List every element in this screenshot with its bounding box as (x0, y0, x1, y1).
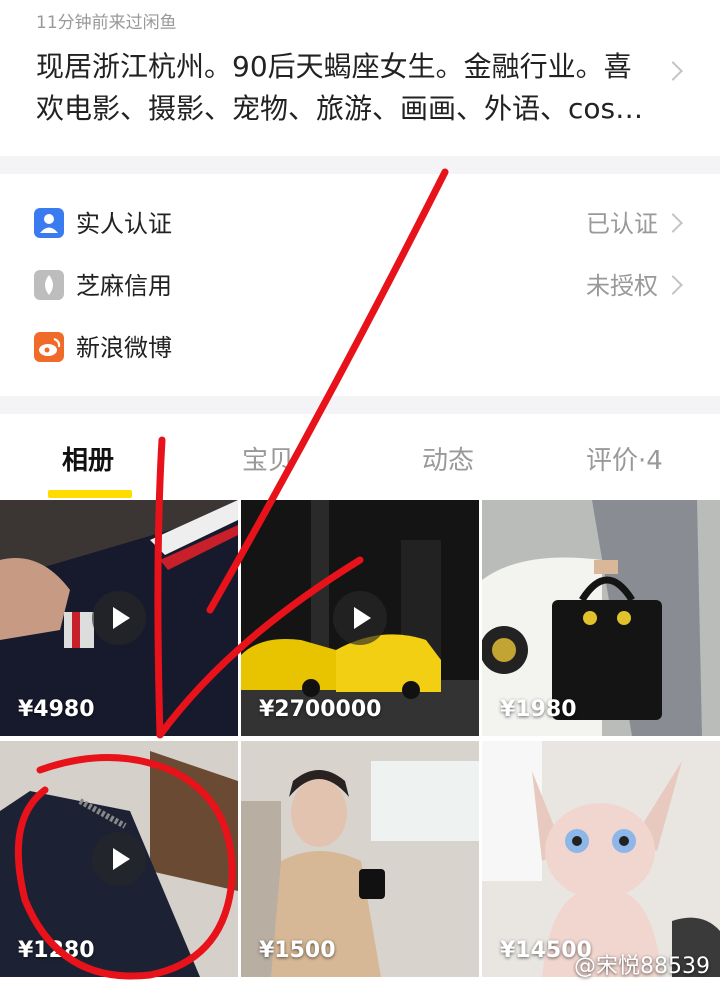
verification-status: 已认证 (586, 210, 658, 238)
photo-tile-wallet[interactable]: ¥4980 (0, 500, 238, 736)
watermark-text: @宋悦88539 (574, 954, 710, 979)
weibo-icon (34, 332, 64, 362)
verification-status: 未授权 (586, 272, 658, 300)
profile-bio: 现居浙江杭州。90后天蝎座女生。金融行业。喜欢电影、摄影、宠物、旅游、画画、外语… (36, 50, 644, 125)
sesame-credit-icon (34, 270, 64, 300)
active-tab-indicator (48, 490, 132, 498)
profile-bio-card[interactable]: 11分钟前来过闲鱼 现居浙江杭州。90后天蝎座女生。金融行业。喜欢电影、摄影、宠… (0, 0, 720, 156)
play-video-icon (92, 832, 146, 886)
play-video-icon (333, 591, 387, 645)
verification-row-identity[interactable]: 实人认证 已认证 (0, 194, 720, 256)
tab-items[interactable]: 宝贝 (242, 440, 294, 477)
photo-tile-woman-in-car[interactable]: ¥1500 (241, 741, 479, 977)
item-price: ¥2700000 (259, 697, 382, 722)
chevron-right-icon (663, 213, 683, 233)
identity-verify-icon (34, 208, 64, 238)
verification-label: 新浪微博 (76, 334, 172, 362)
photo-tile-sphynx-cat[interactable]: ¥14500 (482, 741, 720, 977)
verification-row-sesame[interactable]: 芝麻信用 未授权 (0, 256, 720, 318)
verification-label: 芝麻信用 (76, 272, 172, 300)
item-price: ¥1280 (18, 938, 95, 963)
verification-label: 实人认证 (76, 210, 172, 238)
item-price: ¥1500 (259, 938, 336, 963)
last-seen-text: 11分钟前来过闲鱼 (36, 13, 177, 33)
tab-activity[interactable]: 动态 (422, 440, 474, 477)
item-price: ¥4980 (18, 697, 95, 722)
chevron-right-icon (663, 61, 683, 81)
profile-tabs: 相册 宝贝 动态 评价·4 (0, 414, 720, 500)
chevron-right-icon (663, 275, 683, 295)
verification-row-weibo[interactable]: 新浪微博 (0, 318, 720, 380)
tab-reviews[interactable]: 评价·4 (586, 440, 663, 477)
verification-section: 实人认证 已认证 芝麻信用 未授权 新浪微博 (0, 174, 720, 396)
play-video-icon (92, 591, 146, 645)
photo-tile-lv-wallet[interactable]: ¥1280 (0, 741, 238, 977)
tab-album[interactable]: 相册 (62, 440, 114, 477)
item-price: ¥1980 (500, 697, 577, 722)
photo-tile-handbag[interactable]: ¥1980 (482, 500, 720, 736)
photo-tile-sports-cars[interactable]: ¥2700000 (241, 500, 479, 736)
photo-grid: ¥4980 ¥2700000 ¥1980 ¥1280 ¥1500 ¥14500 (0, 500, 720, 984)
